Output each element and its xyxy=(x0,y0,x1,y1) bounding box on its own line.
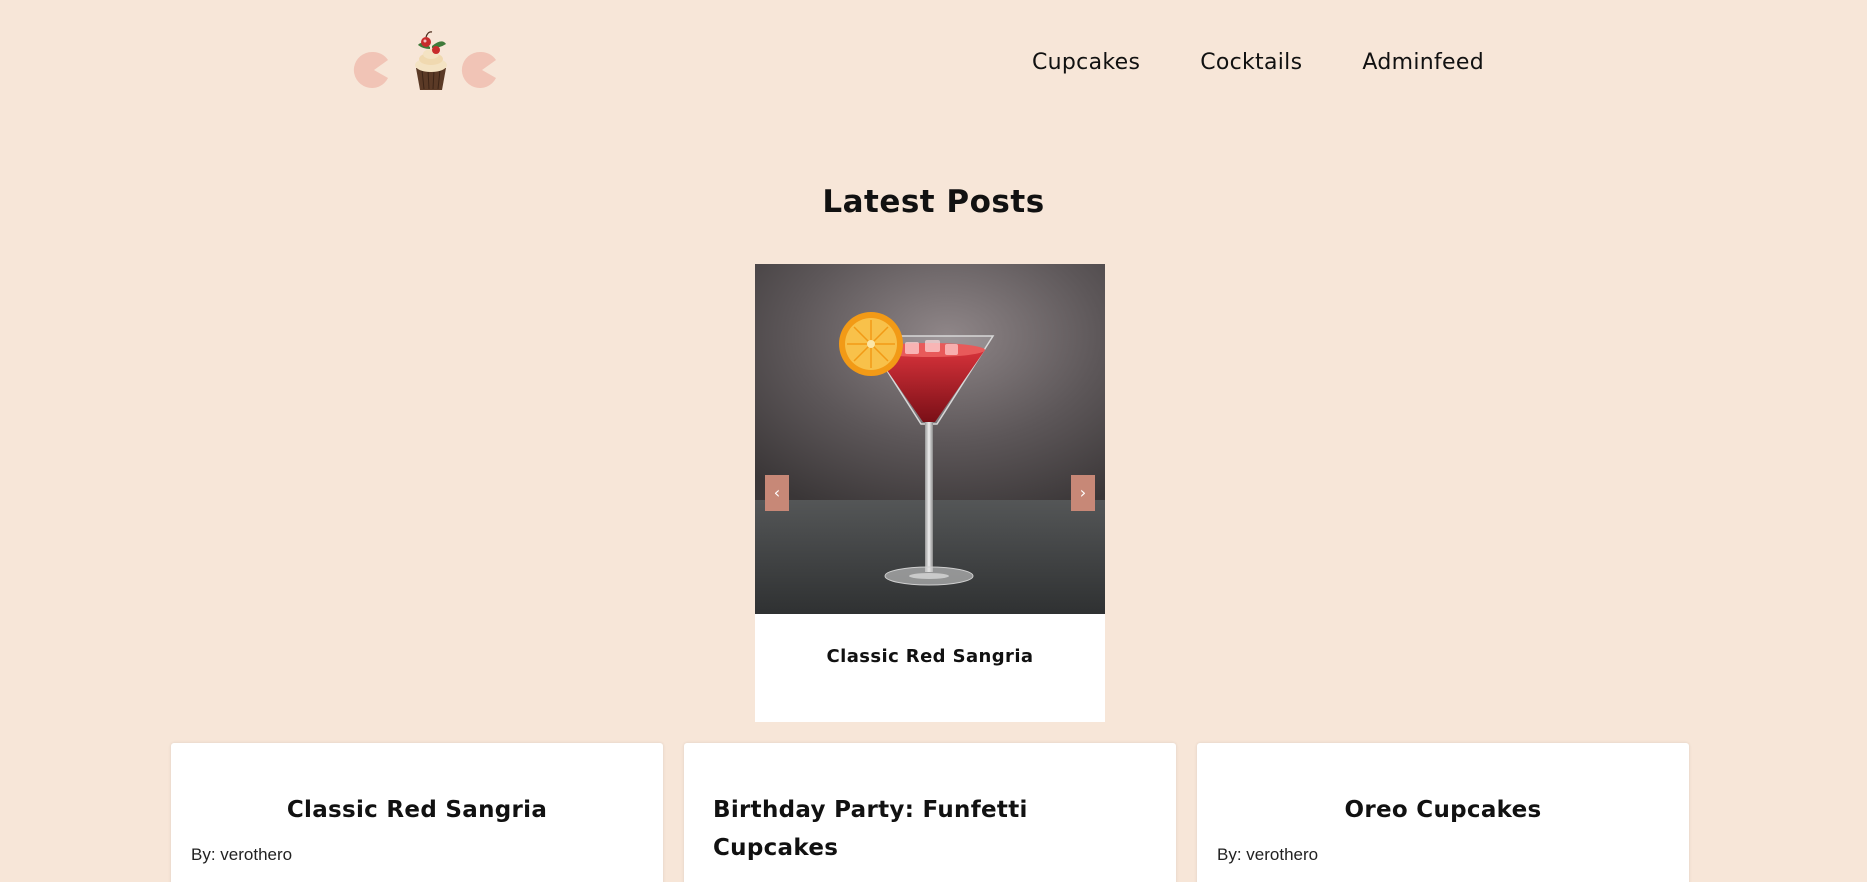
cupcake-logo-icon xyxy=(353,31,496,90)
post-card-title[interactable]: Birthday Party: Funfetti Cupcakes xyxy=(704,791,1156,867)
cocktail-photo xyxy=(755,264,1105,614)
carousel-caption[interactable]: Classic Red Sangria xyxy=(755,614,1105,722)
post-card-title[interactable]: Classic Red Sangria xyxy=(191,791,643,829)
main-nav: Cupcakes Cocktails Adminfeed xyxy=(1032,50,1544,75)
post-card[interactable]: Oreo Cupcakes By: verothero xyxy=(1197,743,1689,882)
post-card[interactable]: Birthday Party: Funfetti Cupcakes xyxy=(684,743,1176,882)
page: Cupcakes Cocktails Adminfeed Latest Post… xyxy=(0,0,1867,882)
post-card-author: By: verothero xyxy=(191,845,293,864)
carousel-slide-image[interactable]: ‹ › xyxy=(755,264,1105,614)
post-carousel: ‹ › Classic Red Sangria xyxy=(755,264,1105,722)
nav-link-cocktails[interactable]: Cocktails xyxy=(1200,50,1302,75)
post-card-title[interactable]: Oreo Cupcakes xyxy=(1217,791,1669,829)
logo[interactable] xyxy=(352,30,502,92)
post-cards: Classic Red Sangria By: verothero Birthd… xyxy=(171,743,1689,882)
carousel-next-button[interactable]: › xyxy=(1071,475,1095,511)
post-card-author: By: verothero xyxy=(1217,845,1319,864)
latest-posts-title: Latest Posts xyxy=(822,184,1045,220)
nav-link-cupcakes[interactable]: Cupcakes xyxy=(1032,50,1140,75)
nav-link-adminfeed[interactable]: Adminfeed xyxy=(1362,50,1484,75)
post-card[interactable]: Classic Red Sangria By: verothero xyxy=(171,743,663,882)
carousel-prev-button[interactable]: ‹ xyxy=(765,475,789,511)
